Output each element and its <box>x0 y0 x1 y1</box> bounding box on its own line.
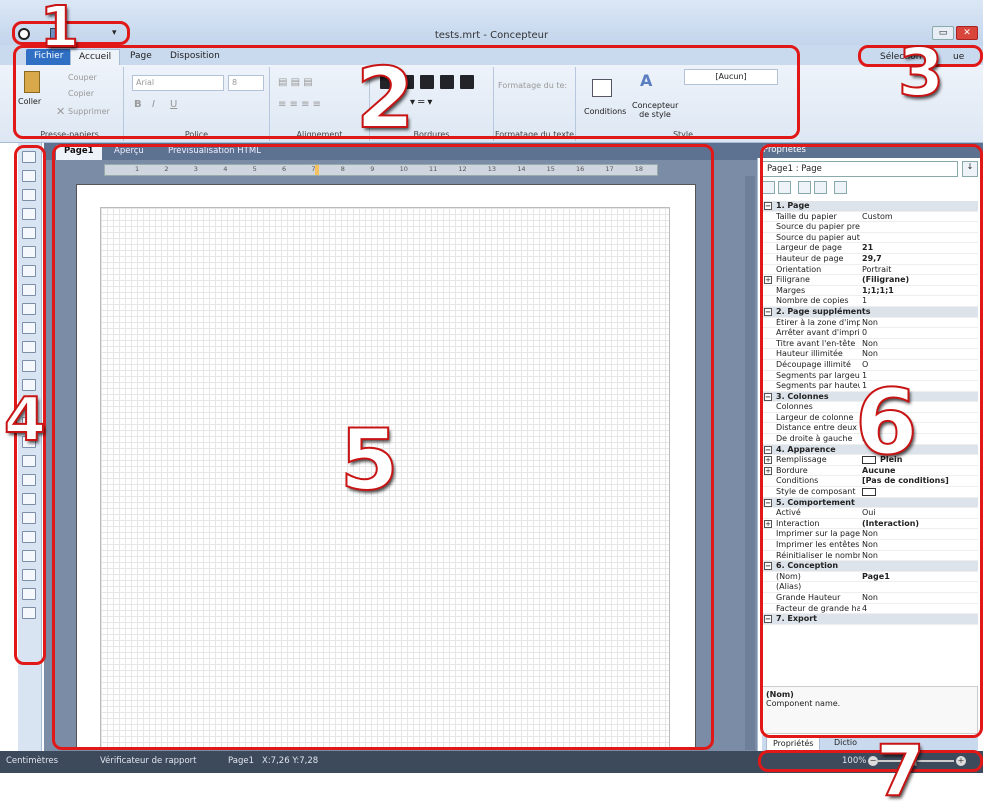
tab-properties[interactable]: Propriétés <box>766 736 821 750</box>
canvas-scrollbar[interactable] <box>745 176 755 750</box>
callout-box-7 <box>758 750 983 772</box>
current-page: Page1 <box>228 756 254 766</box>
callout-number-7: 7 <box>875 730 926 812</box>
window-title: tests.mrt - Concepteur <box>434 30 549 41</box>
callout-number-6: 6 <box>854 370 919 475</box>
tab-dictionary[interactable]: Dictio <box>828 736 863 750</box>
callout-number-4: 4 <box>3 385 47 455</box>
callout-number-2: 2 <box>355 49 415 147</box>
callout-number-5: 5 <box>339 411 399 509</box>
units-selector[interactable]: Centimètres <box>6 756 58 766</box>
callout-number-1: 1 <box>39 0 80 60</box>
callout-number-3: 3 <box>897 34 945 111</box>
report-checker[interactable]: Vérificateur de rapport <box>100 756 196 766</box>
close-button[interactable]: ✕ <box>956 26 978 40</box>
cursor-coords: X:7,26 Y:7,28 <box>262 756 319 766</box>
